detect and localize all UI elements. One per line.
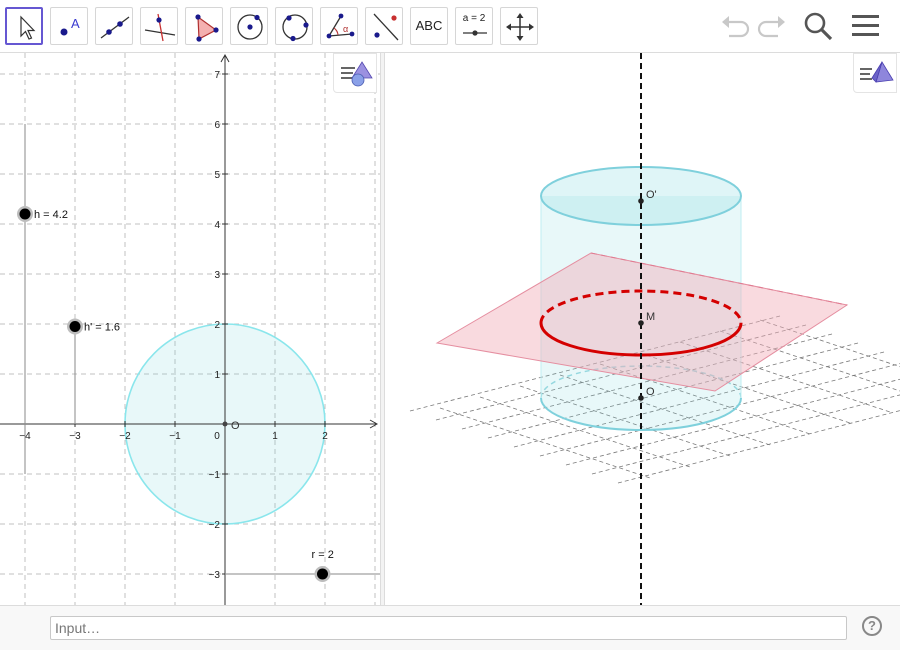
y-tick-label: −3 — [209, 570, 221, 581]
x-tick-label: 0 — [214, 431, 220, 442]
angle-icon: α — [326, 13, 355, 39]
point-m[interactable] — [638, 320, 644, 326]
point-o[interactable] — [638, 395, 644, 401]
circle-center-point-icon — [237, 14, 263, 40]
origin-point — [222, 421, 228, 427]
y-tick-label: 3 — [214, 270, 220, 281]
perpendicular-line-tool-button[interactable] — [140, 7, 178, 45]
point-icon: A — [60, 16, 80, 36]
x-tick-label: 2 — [322, 431, 328, 442]
slider-h-prime-label: h' = 1.6 — [84, 322, 120, 334]
perpendicular-line-icon — [144, 13, 176, 42]
text-tool-button[interactable]: ABC — [410, 7, 448, 45]
slider-h-label: h = 4.2 — [34, 209, 68, 221]
polygon-icon — [195, 14, 219, 42]
y-tick-label: −2 — [209, 520, 221, 531]
y-tick-label: −1 — [209, 470, 221, 481]
reflect-line-tool-button[interactable] — [365, 7, 403, 45]
slider-icon — [463, 30, 487, 36]
y-tick-label: 6 — [214, 120, 220, 131]
move-tool-button[interactable] — [5, 7, 43, 45]
graphics-2d-style-bar-button[interactable] — [333, 53, 377, 93]
line-icon — [100, 16, 130, 39]
text-icon: ABC — [415, 18, 443, 33]
y-tick-label: 5 — [214, 170, 220, 181]
y-tick-label: 4 — [214, 220, 220, 231]
redo-icon[interactable] — [755, 8, 789, 44]
x-tick-label: −1 — [169, 431, 181, 442]
point-tool-button[interactable]: A — [50, 7, 88, 45]
circle-three-points-icon — [282, 14, 309, 42]
grid-lines — [0, 53, 380, 605]
graphics-view-3d[interactable]: O' M O — [385, 53, 900, 605]
graphics-3d-style-bar-button[interactable] — [853, 53, 897, 93]
line-tool-button[interactable] — [95, 7, 133, 45]
y-tick-label: 2 — [214, 320, 220, 331]
polygon-tool-button[interactable] — [185, 7, 223, 45]
help-icon[interactable]: ? — [862, 616, 882, 636]
move-view-tool-button[interactable] — [500, 7, 538, 45]
slider-h-prime-handle[interactable] — [69, 321, 81, 332]
point-label: M — [646, 311, 655, 323]
y-tick-label: 1 — [214, 370, 220, 381]
undo-icon[interactable] — [718, 8, 752, 44]
slider-tool-button[interactable]: a = 2 — [455, 7, 493, 45]
style-bar-toggle-icon — [341, 61, 373, 87]
point-o-prime[interactable] — [638, 198, 644, 204]
graphics-view-2d[interactable]: −4 −3 −2 −1 0 1 2 7 6 5 4 3 2 1 −1 −2 −3 Oh = 4.2 h' = 1.6… — [0, 53, 380, 605]
slider-r-label: r = 2 — [312, 549, 334, 561]
circle-three-points-tool-button[interactable] — [275, 7, 313, 45]
angle-tool-glyph: α — [343, 24, 348, 34]
x-tick-label: −3 — [69, 431, 81, 442]
graphics-3d-canvas[interactable]: O' M O — [385, 53, 900, 605]
x-tick-label: 1 — [272, 431, 278, 442]
move-view-icon — [506, 13, 534, 41]
angle-tool-button[interactable]: α — [320, 7, 358, 45]
search-icon[interactable] — [802, 8, 836, 44]
point-label: O' — [646, 189, 657, 201]
toolbar: A α ABC a = 2 — [0, 0, 900, 53]
point-label: O — [646, 386, 655, 398]
slider-h-handle[interactable] — [19, 208, 31, 220]
style-bar-toggle-3d-icon — [860, 61, 894, 83]
slider-r-handle[interactable] — [317, 568, 328, 580]
menu-icon[interactable] — [850, 8, 882, 44]
graphics-2d-canvas[interactable]: −4 −3 −2 −1 0 1 27654321−1−2−3Oh = 4.2h' = 1.6… — [0, 53, 380, 605]
x-tick-label: −2 — [119, 431, 131, 442]
arrow-cursor-icon — [20, 15, 36, 40]
input-bar: ? — [0, 605, 900, 650]
circle-center-point-tool-button[interactable] — [230, 7, 268, 45]
origin-label: O — [231, 420, 240, 432]
point-tool-glyph: A — [71, 16, 80, 31]
y-tick-label: 7 — [214, 70, 220, 81]
algebra-input-field[interactable] — [50, 616, 847, 640]
reflect-line-icon — [373, 13, 399, 41]
